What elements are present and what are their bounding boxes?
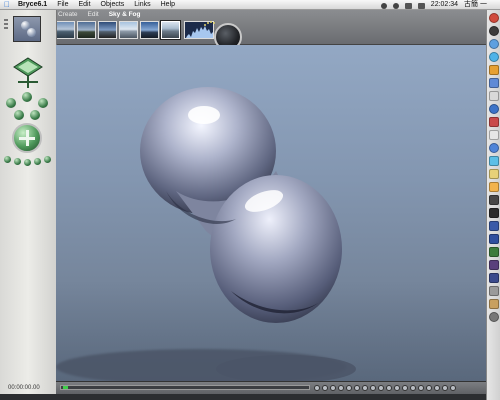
dock-app-icon[interactable] [489,208,499,218]
end-icon[interactable] [346,385,352,391]
tab-sky-fog[interactable]: Sky & Fog [109,11,141,18]
camera-path-icon[interactable] [394,385,400,391]
rewind-icon[interactable] [314,385,320,391]
menu-items: Bryce6.1 File Edit Objects Links Help [18,0,175,10]
select-tool-icon[interactable] [13,16,41,42]
render-viewport[interactable] [56,45,486,381]
palette-tabs: Create Edit Sky & Fog [58,11,141,18]
keyframe-add-icon[interactable] [370,385,376,391]
dock-app-icon[interactable] [489,52,499,62]
keyframe-remove-icon[interactable] [378,385,384,391]
nav-ball-icon[interactable] [44,156,51,163]
nav-ball-icon[interactable] [22,92,32,102]
nav-ball-icon[interactable] [34,158,41,165]
dock-app-icon[interactable] [489,117,499,127]
camera-cross-icon[interactable] [12,56,44,90]
menu-objects[interactable]: Objects [101,0,125,10]
menu-app-name[interactable]: Bryce6.1 [18,0,47,10]
animation-timeline[interactable] [56,381,486,395]
sky-preset-thumb[interactable] [119,21,138,39]
dock-app-icon[interactable] [489,156,499,166]
dock-app-icon[interactable] [489,143,499,153]
sky-preset-thumb[interactable] [56,21,75,39]
timeline-track[interactable] [60,385,310,390]
sky-preset-thumb[interactable] [98,21,117,39]
menu-edit[interactable]: Edit [78,0,90,10]
dock-app-icon[interactable] [489,39,499,49]
dock-app-icon[interactable] [489,91,499,101]
view-control-icon[interactable] [4,19,8,31]
dock-app-icon[interactable] [489,221,499,231]
nav-ball-icon[interactable] [30,110,40,120]
dock-app-icon[interactable] [489,182,499,192]
volume-icon[interactable] [404,3,412,9]
dock-app-icon[interactable] [489,299,499,309]
prev-frame-icon[interactable] [322,385,328,391]
dock-app-icon[interactable] [489,65,499,75]
input-method[interactable]: 古簡 一 [464,0,494,10]
memory-dots-icon[interactable] [442,385,448,391]
animation-options-icon[interactable] [386,385,392,391]
tab-edit[interactable]: Edit [88,11,99,18]
dock-app-icon[interactable] [489,130,499,140]
dock-app-icon[interactable] [489,13,499,23]
nav-ball-icon[interactable] [14,158,21,165]
sky-preset-thumb[interactable] [77,21,96,39]
render-options-dots[interactable] [204,21,216,27]
record-icon[interactable] [362,385,368,391]
dock-app-icon[interactable] [489,195,499,205]
playhead[interactable] [63,386,68,389]
playback-controls [314,385,456,391]
dock-app-icon[interactable] [489,234,499,244]
next-frame-icon[interactable] [338,385,344,391]
memory-dots-icon[interactable] [426,385,432,391]
status-strip [0,394,486,400]
dock-app-icon[interactable] [489,78,499,88]
memory-dots-icon[interactable] [450,385,456,391]
dock-app-icon[interactable] [489,26,499,36]
ground-shadow [216,355,356,381]
metaball-object[interactable] [136,81,346,331]
nav-ball-icon[interactable] [38,98,48,108]
trackball-icon[interactable] [12,123,42,153]
memory-dots-icon[interactable] [434,385,440,391]
dock [486,10,500,400]
sky-preset-thumb[interactable] [140,21,159,39]
nav-ball-icon[interactable] [6,98,16,108]
dock-app-icon[interactable] [489,273,499,283]
nav-ball-icon[interactable] [4,156,11,163]
dock-app-icon[interactable] [489,312,499,322]
tool-panel: 00:00:00.00 [0,10,57,394]
menubar-status: 22:02:34 古簡 一 [380,0,494,10]
tab-create[interactable]: Create [58,11,78,18]
menubar-clock[interactable]: 22:02:34 [431,0,458,10]
nav-ball-icon[interactable] [14,110,24,120]
wifi-icon[interactable] [392,3,399,9]
battery-icon[interactable] [417,3,425,9]
dock-app-icon[interactable] [489,260,499,270]
settings-icon[interactable] [402,385,408,391]
dock-app-icon[interactable] [489,169,499,179]
sky-preset-thumb-selected[interactable] [161,21,180,39]
menu-links[interactable]: Links [134,0,150,10]
loop-icon[interactable] [354,385,360,391]
dock-app-icon[interactable] [489,247,499,257]
dock-app-icon[interactable] [489,104,499,114]
menubar:  Bryce6.1 File Edit Objects Links Help … [0,0,500,10]
bluetooth-icon[interactable] [380,3,387,9]
menu-file[interactable]: File [57,0,68,10]
play-icon[interactable] [330,385,336,391]
nav-ball-icon[interactable] [24,159,31,166]
apple-menu-icon[interactable]:  [4,0,10,10]
render-icon[interactable] [418,385,424,391]
preview-icon[interactable] [410,385,416,391]
palette-bar: Create Edit Sky & Fog [0,10,486,51]
menu-help[interactable]: Help [161,0,175,10]
time-readout: 00:00:00.00 [8,385,40,391]
dock-app-icon[interactable] [489,286,499,296]
sky-preset-strip [56,21,180,39]
